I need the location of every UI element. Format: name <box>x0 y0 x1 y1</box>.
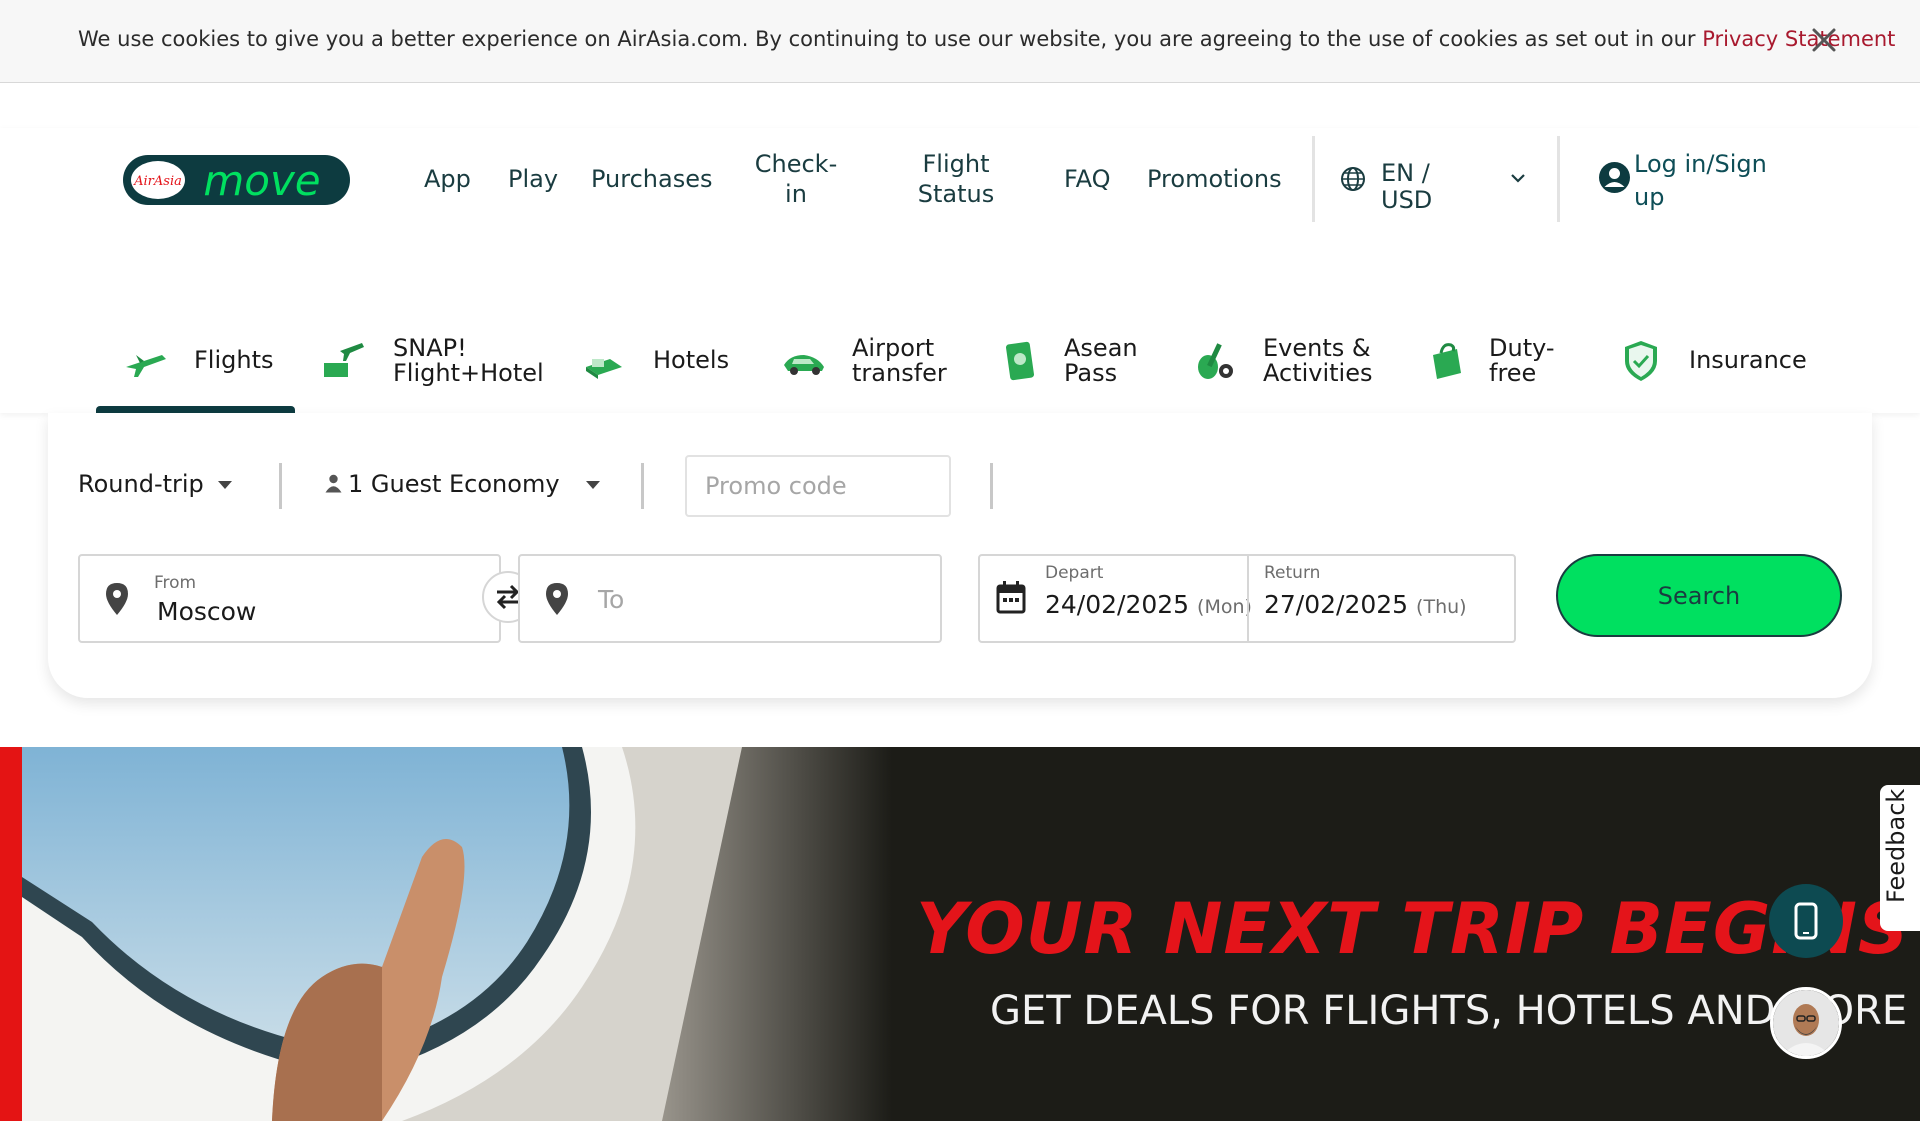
plane-hotel-icon <box>324 343 364 377</box>
tab-events-activities[interactable]: Events & Activities <box>1190 323 1380 403</box>
person-icon <box>325 474 342 493</box>
tab-label: Hotels <box>653 346 730 374</box>
airasia-move-logo[interactable]: AirAsia move <box>122 154 351 206</box>
date-field[interactable]: Depart 24/02/2025 (Mon) Return 27/02/202… <box>978 554 1516 643</box>
nav-promotions[interactable]: Promotions <box>1147 164 1282 194</box>
depart-date-value: 24/02/2025 <box>1045 590 1190 619</box>
nav-divider <box>1312 136 1315 222</box>
tab-label: Insurance <box>1689 346 1807 374</box>
language-label: EN / USD <box>1381 159 1433 214</box>
tab-label: Asean Pass <box>1064 334 1138 387</box>
trip-type-label: Round-trip <box>78 470 204 498</box>
tab-snap-flight-hotel[interactable]: SNAP! Flight+Hotel <box>320 323 544 403</box>
svg-text:move: move <box>203 156 320 205</box>
tab-flights[interactable]: Flights <box>122 323 282 403</box>
chevron-down-icon <box>1511 174 1525 183</box>
caret-down-icon <box>585 481 600 489</box>
tab-label: Airport transfer <box>852 334 947 387</box>
assistant-face-icon <box>1773 990 1839 1056</box>
cookie-text: We use cookies to give you a better expe… <box>78 27 1703 51</box>
from-label: From <box>154 573 197 593</box>
tab-label: SNAP! Flight+Hotel <box>393 334 544 387</box>
language-selector[interactable]: EN / USD <box>1340 156 1540 214</box>
phone-icon <box>1794 902 1818 940</box>
promo-banner[interactable]: YOUR NEXT TRIP BEGINS HERE GET DEALS FOR… <box>0 747 1920 1121</box>
car-icon <box>784 355 824 375</box>
active-tab-indicator <box>96 406 295 413</box>
airplane-window-photo <box>22 747 892 1121</box>
depart-day: (Mon) <box>1197 596 1252 618</box>
cookie-banner: We use cookies to give you a better expe… <box>0 0 1920 83</box>
tab-insurance[interactable]: Insurance <box>1617 323 1807 403</box>
depart-date: 24/02/2025 (Mon) <box>1045 590 1252 619</box>
return-date: 27/02/2025 (Thu) <box>1264 590 1467 619</box>
from-value: Moscow <box>157 597 257 626</box>
nav-flight-status[interactable]: Flight Status <box>908 149 1004 209</box>
chat-assistant-avatar[interactable] <box>1770 987 1842 1059</box>
divider <box>990 463 993 509</box>
tab-duty-free[interactable]: Duty-free <box>1423 323 1573 403</box>
calendar-icon <box>996 581 1026 614</box>
privacy-statement-link[interactable]: Privacy Statement <box>1702 27 1895 51</box>
location-pin-icon <box>106 583 128 615</box>
return-date-value: 27/02/2025 <box>1264 590 1409 619</box>
nav-play[interactable]: Play <box>508 164 558 194</box>
guests-dropdown[interactable]: 1 Guest Economy <box>325 470 600 498</box>
tab-label: Duty-free <box>1489 334 1555 387</box>
depart-label: Depart <box>1045 563 1104 583</box>
return-day: (Thu) <box>1416 596 1467 618</box>
feedback-label: Feedback <box>1882 788 1910 903</box>
bag-icon <box>1433 343 1461 379</box>
svg-text:AirAsia: AirAsia <box>133 174 182 189</box>
divider <box>279 463 282 509</box>
nav-check-in[interactable]: Check-in <box>748 149 844 209</box>
divider <box>641 463 644 509</box>
site-header: AirAsia move App Play Purchases Check-in… <box>0 128 1920 413</box>
guests-label: 1 Guest Economy <box>348 470 560 498</box>
cookie-message: We use cookies to give you a better expe… <box>78 27 1895 51</box>
plane-icon <box>126 355 166 377</box>
return-label: Return <box>1264 563 1321 583</box>
login-button[interactable]: Log in/Sign up <box>1598 148 1798 214</box>
from-field[interactable]: From Moscow <box>78 554 501 643</box>
promo-code-input[interactable] <box>685 455 951 517</box>
tab-label: Events & Activities <box>1263 334 1373 387</box>
mobile-app-button[interactable] <box>1769 884 1843 958</box>
login-label: Log in/Sign up <box>1634 150 1767 211</box>
globe-icon <box>1341 167 1365 191</box>
tab-label: Flights <box>194 346 274 374</box>
feedback-tab[interactable]: Feedback <box>1880 785 1920 931</box>
search-button[interactable]: Search <box>1556 554 1842 637</box>
user-icon <box>1599 162 1630 193</box>
trip-type-dropdown[interactable]: Round-trip <box>78 470 232 498</box>
tab-hotels[interactable]: Hotels <box>580 323 740 403</box>
nav-purchases[interactable]: Purchases <box>591 164 713 194</box>
nav-divider <box>1557 136 1560 222</box>
location-pin-icon <box>546 583 568 615</box>
caret-down-icon <box>217 481 232 489</box>
bed-icon <box>586 359 622 379</box>
pass-icon <box>1005 341 1035 381</box>
nav-faq[interactable]: FAQ <box>1064 164 1111 194</box>
banner-red-stripe <box>0 747 22 1121</box>
close-icon[interactable] <box>1810 26 1838 54</box>
tab-asean-pass[interactable]: Asean Pass <box>998 323 1148 403</box>
shield-icon <box>1625 341 1657 381</box>
date-divider <box>1247 556 1249 641</box>
tab-airport-transfer[interactable]: Airport transfer <box>780 323 960 403</box>
guitar-icon <box>1198 343 1233 379</box>
to-field[interactable]: To <box>518 554 942 643</box>
to-placeholder: To <box>598 585 625 614</box>
nav-app[interactable]: App <box>424 164 471 194</box>
